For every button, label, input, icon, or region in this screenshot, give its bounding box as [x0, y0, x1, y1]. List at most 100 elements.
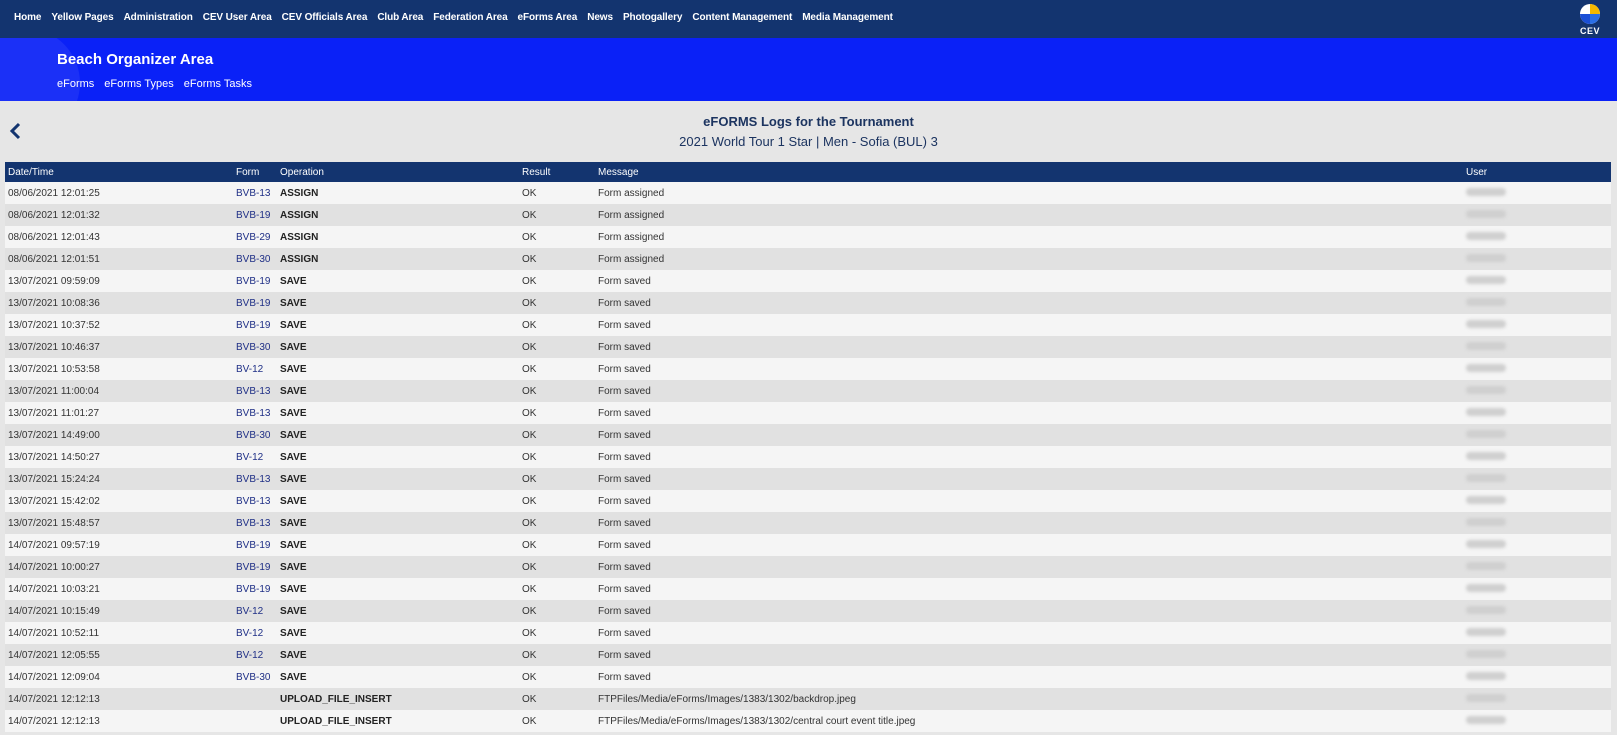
- form-link[interactable]: BVB-19: [236, 562, 270, 573]
- cell-result: OK: [519, 358, 595, 380]
- column-header-result[interactable]: Result: [519, 162, 595, 182]
- cell-result: OK: [519, 600, 595, 622]
- form-link[interactable]: BVB-13: [236, 386, 270, 397]
- table-row: 14/07/2021 10:15:49 BV-12 SAVE OK Form saved: [5, 600, 1611, 622]
- column-header-message[interactable]: Message: [595, 162, 1463, 182]
- table-row: 08/06/2021 12:01:32 BVB-19 ASSIGN OK Form as…: [5, 204, 1611, 226]
- form-link[interactable]: BVB-13: [236, 408, 270, 419]
- cell-datetime: 08/06/2021 12:01:32: [5, 204, 233, 226]
- redacted-user: [1466, 187, 1506, 196]
- cell-message: Form saved: [595, 402, 1463, 424]
- table-row: 08/06/2021 12:01:51 BVB-30 ASSIGN OK Form as…: [5, 248, 1611, 270]
- cell-message: Form saved: [595, 446, 1463, 468]
- nav-item-photogallery[interactable]: Photogallery: [623, 12, 682, 23]
- cell-result: OK: [519, 578, 595, 600]
- form-link[interactable]: BVB-13: [236, 188, 270, 199]
- form-link[interactable]: BVB-13: [236, 518, 270, 529]
- cell-user: [1463, 292, 1611, 314]
- cell-message: FTPFiles/Media/eForms/Images/1383/1302/c…: [595, 710, 1463, 732]
- form-link[interactable]: BVB-30: [236, 672, 270, 683]
- cell-result: OK: [519, 512, 595, 534]
- form-link[interactable]: BVB-19: [236, 276, 270, 287]
- cell-result: OK: [519, 710, 595, 732]
- subnav-eforms-types[interactable]: eForms Types: [104, 78, 174, 90]
- nav-item-club-area[interactable]: Club Area: [377, 12, 423, 23]
- cell-user: [1463, 644, 1611, 666]
- cell-datetime: 13/07/2021 15:48:57: [5, 512, 233, 534]
- cell-message: Form saved: [595, 556, 1463, 578]
- form-link[interactable]: BVB-19: [236, 540, 270, 551]
- form-link[interactable]: BVB-30: [236, 342, 270, 353]
- table-row: 14/07/2021 10:03:21 BVB-19 SAVE OK Form save…: [5, 578, 1611, 600]
- form-link[interactable]: BV-12: [236, 628, 263, 639]
- nav-item-yellow-pages[interactable]: Yellow Pages: [51, 12, 113, 23]
- cell-operation: SAVE: [277, 490, 519, 512]
- redacted-user: [1466, 231, 1506, 240]
- redacted-user: [1466, 275, 1506, 284]
- form-link[interactable]: BV-12: [236, 364, 263, 375]
- cell-form: BVB-13: [233, 512, 277, 534]
- form-link[interactable]: BVB-13: [236, 474, 270, 485]
- cell-datetime: 13/07/2021 15:42:02: [5, 490, 233, 512]
- nav-item-home[interactable]: Home: [14, 12, 41, 23]
- form-link[interactable]: BV-12: [236, 606, 263, 617]
- redacted-user: [1466, 649, 1506, 658]
- cell-operation: SAVE: [277, 468, 519, 490]
- cell-form: BVB-13: [233, 402, 277, 424]
- column-header-user[interactable]: User: [1463, 162, 1611, 182]
- cell-operation: UPLOAD_FILE_INSERT: [277, 688, 519, 710]
- cell-user: [1463, 468, 1611, 490]
- nav-item-news[interactable]: News: [587, 12, 613, 23]
- form-link[interactable]: BVB-19: [236, 584, 270, 595]
- cell-operation: SAVE: [277, 644, 519, 666]
- cell-result: OK: [519, 380, 595, 402]
- redacted-user: [1466, 385, 1506, 394]
- table-row: 13/07/2021 09:59:09 BVB-19 SAVE OK Form save…: [5, 270, 1611, 292]
- logs-table: Date/Time Form Operation Result Message User …: [5, 162, 1611, 732]
- form-link[interactable]: BVB-13: [236, 496, 270, 507]
- cell-result: OK: [519, 226, 595, 248]
- cell-datetime: 13/07/2021 15:24:24: [5, 468, 233, 490]
- cell-message: Form saved: [595, 644, 1463, 666]
- form-link[interactable]: BVB-19: [236, 320, 270, 331]
- cell-form: BVB-29: [233, 226, 277, 248]
- column-header-operation[interactable]: Operation: [277, 162, 519, 182]
- form-link[interactable]: BVB-30: [236, 254, 270, 265]
- cell-result: OK: [519, 336, 595, 358]
- nav-item-cev-user-area[interactable]: CEV User Area: [203, 12, 272, 23]
- redacted-user: [1466, 693, 1506, 702]
- redacted-user: [1466, 539, 1506, 548]
- cell-result: OK: [519, 666, 595, 688]
- form-link[interactable]: BV-12: [236, 650, 263, 661]
- redacted-user: [1466, 429, 1506, 438]
- column-header-date-time[interactable]: Date/Time: [5, 162, 233, 182]
- table-row: 13/07/2021 11:00:04 BVB-13 SAVE OK Form save…: [5, 380, 1611, 402]
- cell-user: [1463, 578, 1611, 600]
- nav-item-federation-area[interactable]: Federation Area: [433, 12, 507, 23]
- form-link[interactable]: BVB-30: [236, 430, 270, 441]
- cell-user: [1463, 248, 1611, 270]
- table-row: 08/06/2021 12:01:43 BVB-29 ASSIGN OK Form as…: [5, 226, 1611, 248]
- redacted-user: [1466, 297, 1506, 306]
- subnav-eforms[interactable]: eForms: [57, 78, 94, 90]
- form-link[interactable]: BVB-29: [236, 232, 270, 243]
- cell-result: OK: [519, 556, 595, 578]
- nav-item-cev-officials-area[interactable]: CEV Officials Area: [282, 12, 368, 23]
- area-subnav: eForms eForms Types eForms Tasks: [57, 78, 262, 90]
- form-link[interactable]: BV-12: [236, 452, 263, 463]
- cell-operation: SAVE: [277, 380, 519, 402]
- cell-datetime: 14/07/2021 10:00:27: [5, 556, 233, 578]
- form-link[interactable]: BVB-19: [236, 298, 270, 309]
- form-link[interactable]: BVB-19: [236, 210, 270, 221]
- nav-item-administration[interactable]: Administration: [124, 12, 193, 23]
- table-row: 13/07/2021 14:49:00 BVB-30 SAVE OK Form save…: [5, 424, 1611, 446]
- cell-message: Form assigned: [595, 226, 1463, 248]
- cev-logo[interactable]: CEV: [1575, 2, 1605, 36]
- nav-item-eforms-area[interactable]: eForms Area: [518, 12, 578, 23]
- cell-operation: SAVE: [277, 402, 519, 424]
- subnav-eforms-tasks[interactable]: eForms Tasks: [184, 78, 252, 90]
- cell-form: BVB-30: [233, 424, 277, 446]
- nav-item-content-management[interactable]: Content Management: [692, 12, 792, 23]
- column-header-form[interactable]: Form: [233, 162, 277, 182]
- nav-item-media-management[interactable]: Media Management: [802, 12, 893, 23]
